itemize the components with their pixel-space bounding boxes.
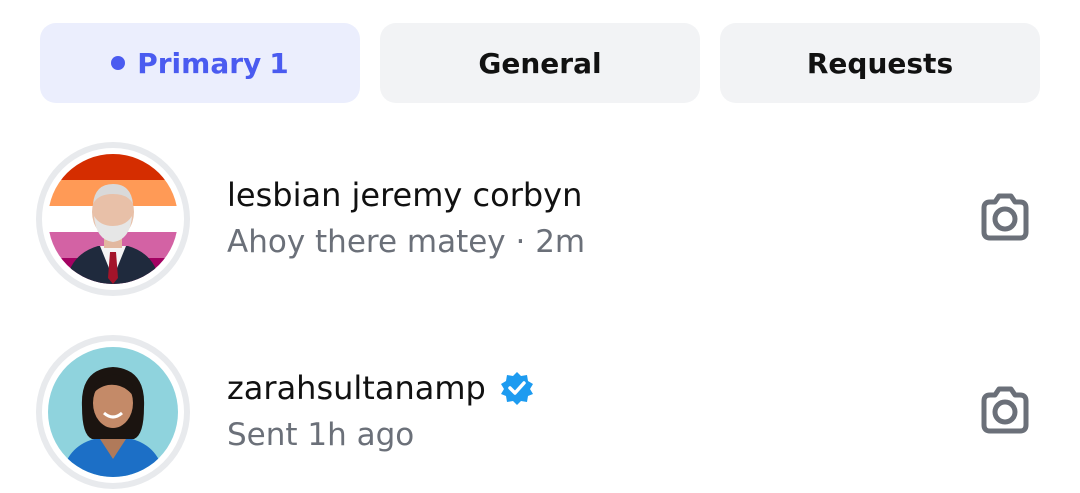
tab-requests-label: Requests — [806, 46, 954, 80]
inbox-tabs: Primary 1 General Requests — [40, 23, 1040, 103]
message-thread-row[interactable]: lesbian jeremy corbyn Ahoy there matey ·… — [0, 140, 1080, 300]
message-thread-row[interactable]: zarahsultanamp Sent 1h ago — [0, 333, 1080, 493]
thread-username: lesbian jeremy corbyn — [227, 176, 582, 214]
avatar-image — [48, 154, 178, 284]
tab-primary-label: Primary — [137, 46, 262, 80]
avatar[interactable] — [36, 335, 190, 489]
tab-primary-count: 1 — [269, 46, 289, 80]
thread-preview: Ahoy there matey · 2m — [227, 224, 586, 260]
tab-primary[interactable]: Primary 1 — [40, 23, 360, 103]
avatar[interactable] — [36, 142, 190, 296]
camera-icon[interactable] — [974, 381, 1036, 443]
username-text: zarahsultanamp — [227, 369, 486, 407]
tab-general[interactable]: General — [380, 23, 700, 103]
avatar-image — [48, 347, 178, 477]
unread-dot — [111, 56, 126, 70]
thread-preview: Sent 1h ago — [227, 417, 415, 453]
verified-badge-icon — [500, 371, 534, 405]
username-text: lesbian jeremy corbyn — [227, 176, 583, 214]
tab-general-label: General — [478, 46, 602, 80]
tab-requests[interactable]: Requests — [720, 23, 1040, 103]
camera-icon[interactable] — [974, 188, 1036, 250]
thread-username: zarahsultanamp — [227, 369, 534, 407]
